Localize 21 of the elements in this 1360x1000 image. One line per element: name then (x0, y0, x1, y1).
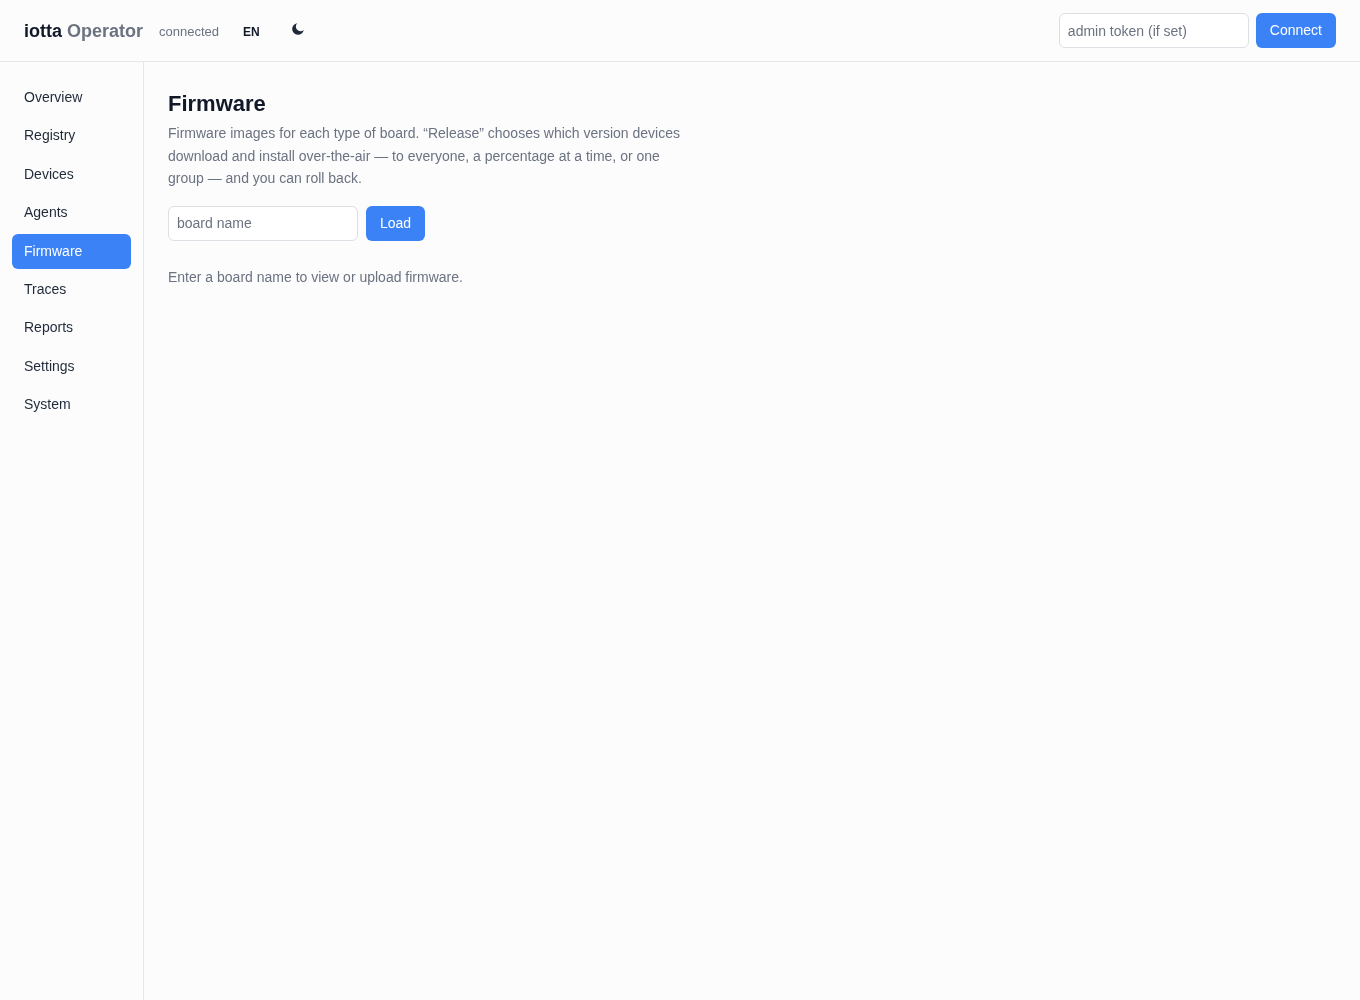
sidebar-item[interactable]: Firmware (12, 233, 131, 269)
sidebar-item[interactable]: Registry (12, 118, 131, 154)
theme-toggle-button[interactable] (291, 22, 304, 35)
sidebar-item[interactable]: Overview (12, 80, 131, 115)
board-name-field[interactable]: board name (168, 205, 358, 241)
token-field[interactable]: admin token (if set) (1058, 13, 1249, 48)
page-title: Firmware (168, 90, 267, 118)
sidebar-item[interactable]: Settings (12, 348, 131, 384)
language-button[interactable]: EN (243, 26, 260, 38)
moon-icon (291, 22, 304, 35)
connect-button[interactable]: Connect (1255, 13, 1336, 48)
sidebar-item[interactable]: Devices (12, 156, 131, 192)
sidebar-item[interactable]: Agents (12, 195, 131, 231)
load-button[interactable]: Load (366, 205, 426, 241)
empty-state-hint: Enter a board name to view or upload firmware. (168, 267, 464, 287)
sidebar-item[interactable]: Reports (12, 310, 131, 346)
sidebar-item[interactable]: Traces (12, 271, 131, 307)
page-description: Firmware images for each type of board. “Release” chooses which version devices download and install over-the-air — to everyone, a percentage at a time, or one group — and you can roll back. (168, 124, 681, 188)
connection-status: connected (159, 23, 220, 42)
app-title: iotta Operator (24, 21, 144, 40)
sidebar-item[interactable]: System (12, 387, 131, 423)
